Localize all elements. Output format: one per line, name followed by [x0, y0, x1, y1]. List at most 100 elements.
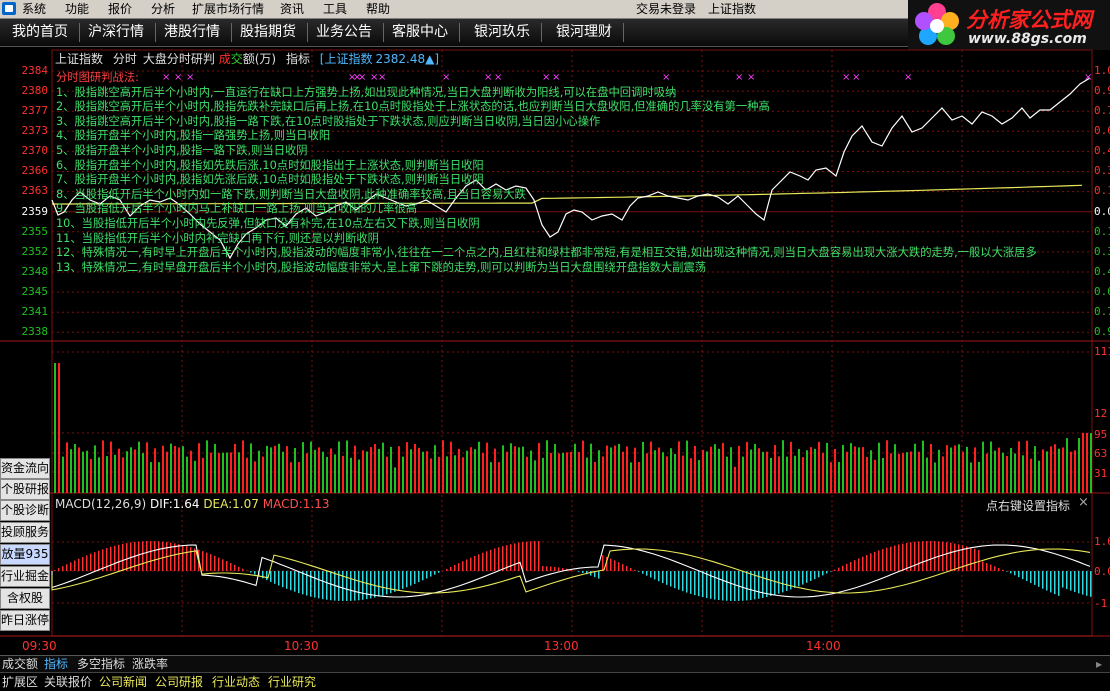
volume-bar — [314, 450, 316, 493]
macd-bar — [274, 571, 276, 584]
close-indicator-icon[interactable]: × — [1078, 495, 1089, 510]
volume-bar — [326, 457, 328, 493]
vol-tick: 1110 — [1094, 345, 1110, 358]
status-tab-related-quote[interactable]: 关联报价 — [44, 674, 92, 690]
macd-bar — [74, 561, 76, 571]
side-btn-stock-diagnosis[interactable]: 个股诊断 — [0, 500, 50, 521]
tab-long-short[interactable]: 多空指标 — [77, 656, 125, 673]
status-tab-industry-research[interactable]: 行业研究 — [268, 674, 316, 690]
time-tick: 14:00 — [806, 639, 841, 653]
volume-bar — [406, 442, 408, 493]
volume-bar — [914, 444, 916, 493]
volume-bar — [878, 443, 880, 493]
volume-bar — [322, 452, 324, 493]
side-btn-rights-shares[interactable]: 含权股 — [0, 588, 50, 609]
volume-bar — [518, 447, 520, 493]
volume-bar — [234, 444, 236, 493]
macd-bar — [858, 558, 860, 571]
macd-bar — [718, 571, 720, 600]
macd-bar — [918, 541, 920, 571]
volume-bar — [978, 462, 980, 493]
volume-bar — [170, 444, 172, 493]
macd-bar — [874, 552, 876, 571]
macd-bar — [150, 541, 152, 571]
volume-bar — [102, 440, 104, 493]
tab-rise-fall-rate[interactable]: 涨跌率 — [132, 656, 168, 673]
volume-bar — [774, 445, 776, 493]
volume-bar — [826, 443, 828, 493]
macd-bar — [798, 571, 800, 586]
volume-bar — [434, 445, 436, 493]
macd-bar — [558, 567, 560, 571]
macd-bar — [86, 555, 88, 571]
macd-bar — [822, 571, 824, 575]
tab-indicator[interactable]: 指标 — [44, 656, 68, 673]
volume-bar — [126, 451, 128, 493]
macd-bar — [690, 571, 692, 594]
macd-bar — [58, 568, 60, 571]
side-btn-stock-research[interactable]: 个股研报 — [0, 479, 50, 500]
macd-bar — [290, 571, 292, 590]
macd-bar — [1018, 571, 1020, 577]
volume-bar — [442, 440, 444, 493]
macd-bar — [794, 571, 796, 588]
volume-bar — [250, 443, 252, 493]
macd-bar — [630, 568, 632, 571]
volume-bar — [318, 447, 320, 493]
macd-bar — [158, 541, 160, 571]
macd-label: MACD(12,26,9) DIF:1.64 DEA:1.07 MACD:1.1… — [55, 497, 329, 511]
macd-bar — [222, 559, 224, 571]
volume-bar — [230, 452, 232, 493]
note-line: 5、股指开盘半个小时内,股指一路下跌,则当日收阴 — [56, 144, 1037, 159]
macd-bar — [706, 571, 708, 598]
macd-bar — [1006, 571, 1008, 572]
note-line: 8、当股指低开后半个小时内如一路下跌,则判断当日大盘收阴,此种准确率较高,且当日… — [56, 188, 1037, 203]
macd-bar — [382, 571, 384, 596]
macd-bar — [726, 571, 728, 601]
macd-bar — [750, 571, 752, 600]
volume-bar — [70, 449, 72, 493]
status-tab-industry-news[interactable]: 行业动态 — [212, 674, 260, 690]
macd-bar — [986, 563, 988, 571]
macd-bar — [250, 571, 252, 573]
tab-scroll-right-icon[interactable]: ▸ — [1096, 656, 1102, 673]
volume-bar — [858, 447, 860, 493]
macd-bar — [730, 571, 732, 601]
volume-bar — [646, 453, 648, 493]
macd-bar — [974, 549, 976, 571]
volume-bar — [1090, 433, 1092, 493]
price-tick: 2341 — [0, 305, 48, 318]
side-btn-yesterday-limit[interactable]: 昨日涨停 — [0, 610, 50, 631]
volume-bar — [1002, 453, 1004, 493]
macd-bar — [406, 571, 408, 587]
macd-bar — [658, 571, 660, 581]
macd-bar — [686, 571, 688, 593]
side-btn-advisor-service[interactable]: 投顾服务 — [0, 522, 50, 543]
volume-bar — [546, 440, 548, 493]
tab-turnover[interactable]: 成交额 — [2, 656, 38, 673]
macd-bar — [206, 553, 208, 571]
macd-bar — [634, 570, 636, 571]
status-tab-company-research[interactable]: 公司研报 — [155, 674, 203, 690]
macd-bar — [922, 541, 924, 571]
macd-bar — [626, 566, 628, 571]
indicator-setting-hint[interactable]: 点右键设置指标 — [986, 497, 1070, 514]
volume-bar — [790, 442, 792, 493]
price-tick: 2380 — [0, 84, 48, 97]
side-btn-capital-flow[interactable]: 资金流向 — [0, 458, 50, 479]
macd-bar — [398, 571, 400, 590]
volume-bar — [674, 454, 676, 493]
volume-bar — [870, 450, 872, 493]
macd-bar — [1054, 571, 1056, 594]
macd-bar — [702, 571, 704, 597]
side-btn-volume-935[interactable]: 放量935 — [0, 544, 50, 565]
volume-bar — [194, 461, 196, 493]
status-tab-extension[interactable]: 扩展区 — [2, 674, 38, 690]
macd-bar — [410, 571, 412, 586]
macd-bar — [418, 571, 420, 582]
volume-bar — [210, 453, 212, 493]
side-btn-industry-gold[interactable]: 行业掘金 — [0, 566, 50, 587]
status-tab-company-news[interactable]: 公司新闻 — [99, 674, 147, 690]
note-line: 1、股指跳空高开后半个小时内,一直运行在缺口上方强势上扬,如出现此种情况,当日大… — [56, 86, 1037, 101]
macd-bar — [278, 571, 280, 585]
